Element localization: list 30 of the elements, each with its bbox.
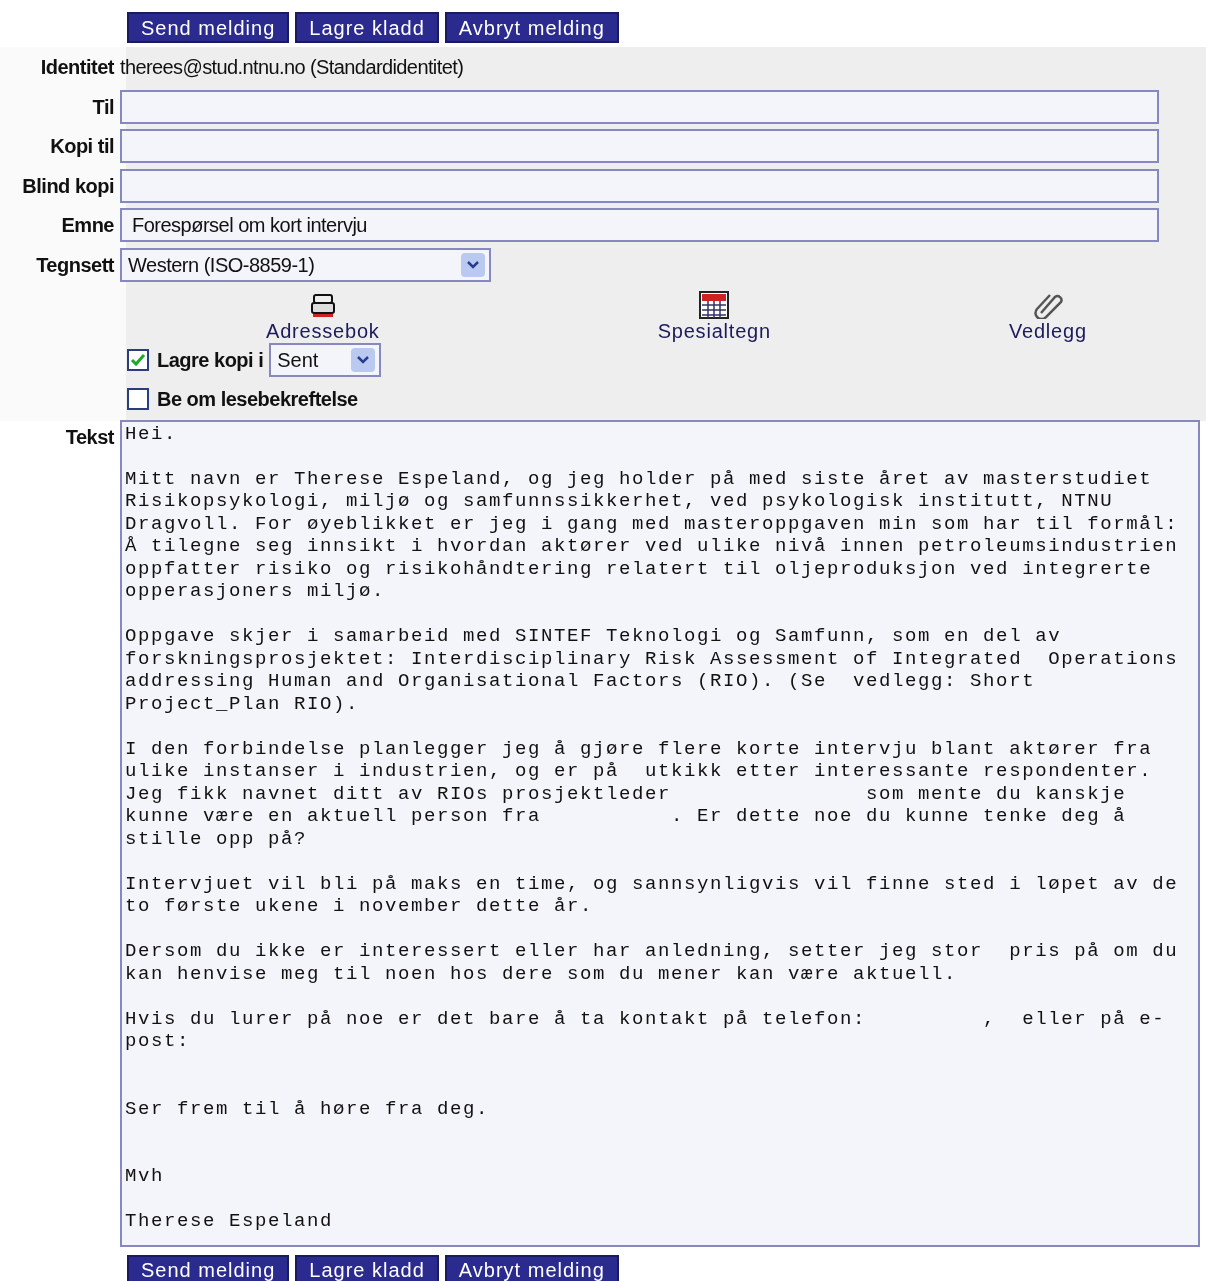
form-button[interactable]: Send melding [127,12,290,43]
identity-value: therees@stud.ntnu.no (Standardidentitet) [120,55,464,80]
field-label: Tekst [65,424,114,450]
toolbar-button[interactable]: Adressebok [266,292,380,341]
address-book-icon [308,292,337,319]
text-input-field[interactable]: Forespørsel om kort intervju [120,208,1159,243]
character-grid-icon [699,290,730,319]
form-button[interactable]: Avbryt melding [444,1254,619,1281]
checkbox[interactable] [127,349,149,371]
form-button[interactable]: Lagre kladd [295,1254,439,1281]
field-label: Emne [61,213,114,239]
toolbar-button[interactable]: Spesialtegn [657,290,771,341]
field-label: Identitet [40,55,114,80]
toolbar-button[interactable]: Vedlegg [1008,290,1087,341]
form-button[interactable]: Send melding [127,1254,290,1281]
charset-dropdown[interactable]: Western (ISO-8859-1) [120,247,491,282]
form-button[interactable]: Avbryt melding [444,12,619,43]
message-text-area[interactable]: Hei. Mitt navn er Therese Espeland, og jeg holder på med siste året av masterstudiet Risikopsykologi, miljø og samfunnssikkerhet, ved psykologisk institutt, NTNU Dragvoll. For øyeblikket er jeg i gang med masteroppgaven min som har til formål: Å tilegne seg innsikt i hvordan aktører ved ulike nivå innen petroleumsindustrien oppfatter risiko og risikohåndtering relatert til oljeproduksjon ved integrerte opperasjoners miljø. Oppgave skjer i samarbeid med SINTEF Teknologi og Samfunn, som en del av forskningsprosjektet: Interdisciplinary Risk Assessment of Integrated Operations addressing Human and Organisational Factors (RIO). (Se vedlegg: Short Project_Plan RIO). I den forbindelse planlegger jeg å gjøre flere korte intervju blant aktører fra ulike instanser i industrien, og er på utkikk etter interessante respondenter. Jeg fikk navnet ditt av RIOs prosjektleder som mente du kanskje kunne være en aktuell person fra . Er dette noe du kunne tenke deg å stille opp på? Intervjuet vil bli på maks en time, og sannsynligvis vil finne sted i løpet av de to første ukene i november dette år. Dersom du ikke er interessert eller har anledning, setter jeg stor pris på om du kan henvise meg til noen hos dere som du mener kan være aktuell. Hvis du lurer på noe er det bare å ta kontakt på telefon: , eller på e- post: Ser frem til å høre fra deg. Mvh Therese Espeland [120,419,1200,1247]
field-label: Til [92,94,114,120]
checkbox-label: Be om lesebekreftelse [157,387,358,412]
field-label: Tegnsett [36,252,114,278]
field-label: Kopi til [50,134,114,160]
folder-dropdown[interactable]: Sent [269,343,382,377]
text-input-field[interactable] [120,168,1159,203]
field-label: Blind kopi [22,173,114,199]
checkbox-label: Lagre kopi i [157,348,264,373]
text-input-field[interactable] [120,129,1159,164]
text-input-field[interactable] [120,89,1159,124]
form-button[interactable]: Lagre kladd [295,12,439,43]
checkbox[interactable] [127,388,149,410]
